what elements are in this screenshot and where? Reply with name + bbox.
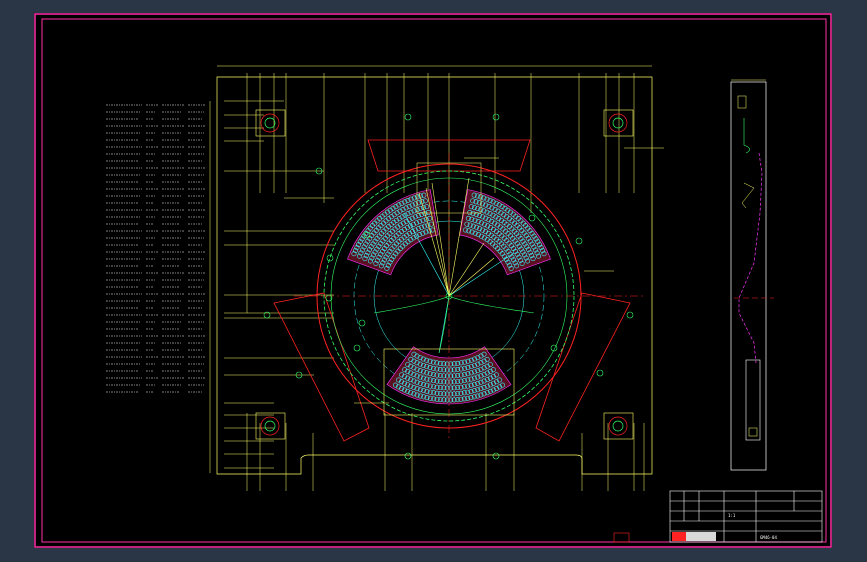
- drawing-number: GM46-04: [760, 535, 777, 540]
- company-logo-band: [686, 532, 716, 541]
- green-marker: [404, 452, 412, 460]
- green-marker: [492, 113, 500, 121]
- scale-label: 1:1: [728, 513, 736, 518]
- company-logo: [672, 532, 686, 541]
- green-markers: [263, 113, 634, 460]
- green-marker: [492, 452, 500, 460]
- inner-frame: [41, 18, 827, 543]
- green-marker: [575, 237, 583, 245]
- green-marker: [626, 311, 634, 319]
- bottom-dimensions: [246, 413, 645, 491]
- cad-drawing: GM46-04 1:1: [34, 13, 832, 548]
- plate-outline: [216, 76, 653, 475]
- outer-frame: [34, 13, 832, 548]
- green-marker: [353, 344, 361, 352]
- top-dimensions: [217, 65, 652, 313]
- title-block: [613, 490, 823, 543]
- side-view: [730, 79, 774, 471]
- notes-table: [106, 104, 206, 393]
- right-red-block: [535, 292, 631, 442]
- green-marker: [358, 319, 366, 327]
- green-marker: [404, 113, 412, 121]
- green-marker: [326, 254, 334, 262]
- drawing-sheet: GM46-04 1:1: [34, 13, 832, 548]
- green-marker: [596, 369, 604, 377]
- green-marker: [528, 214, 536, 222]
